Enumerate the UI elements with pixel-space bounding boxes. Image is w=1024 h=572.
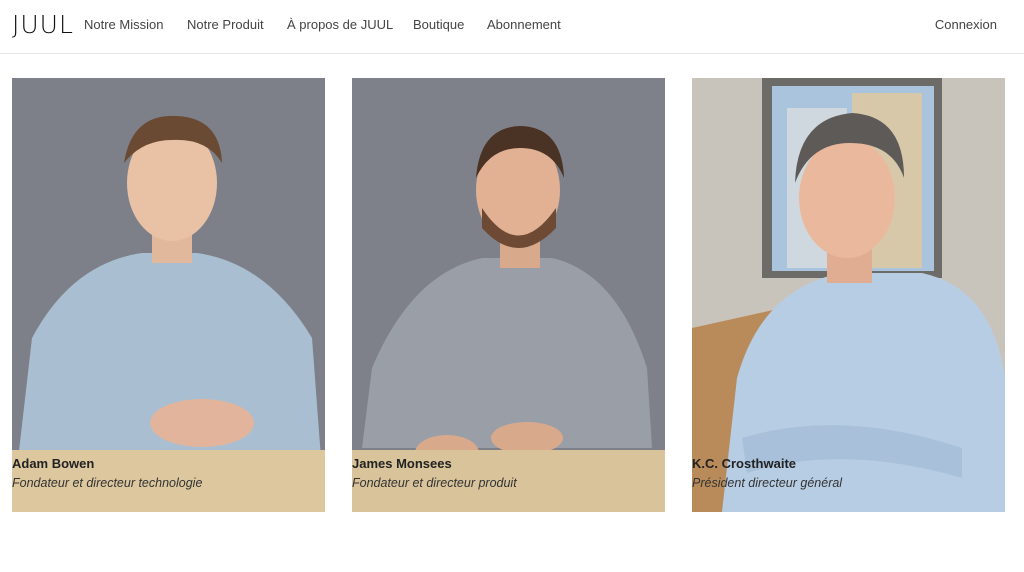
team-member-title: Fondateur et directeur technologie xyxy=(12,476,203,490)
portrait-photo xyxy=(12,78,325,512)
team-card-james-monsees xyxy=(352,78,665,512)
team-card-adam-bowen xyxy=(12,78,325,512)
team-member-name: James Monsees xyxy=(352,456,452,471)
nav-item-notre-mission[interactable]: Notre Mission xyxy=(84,17,163,32)
team-member-name: Adam Bowen xyxy=(12,456,95,471)
team-member-name: K.C. Crosthwaite xyxy=(692,456,797,471)
juul-logo[interactable]: JUUL xyxy=(12,10,74,39)
login-link[interactable]: Connexion xyxy=(935,17,997,32)
nav-item-boutique[interactable]: Boutique xyxy=(413,17,464,32)
team-card-kc-crosthwaite xyxy=(692,78,1005,512)
portrait-photo xyxy=(352,78,665,512)
team-member-title: Fondateur et directeur produit xyxy=(352,476,517,490)
portrait-photo xyxy=(692,78,1005,512)
nav-item-a-propos[interactable]: À propos de JUUL xyxy=(287,17,393,32)
team-member-title: Président directeur général xyxy=(692,476,843,490)
top-navigation: JUUL Notre Mission Notre Produit À propo… xyxy=(0,0,1024,54)
nav-item-notre-produit[interactable]: Notre Produit xyxy=(187,17,264,32)
nav-item-abonnement[interactable]: Abonnement xyxy=(487,17,561,32)
